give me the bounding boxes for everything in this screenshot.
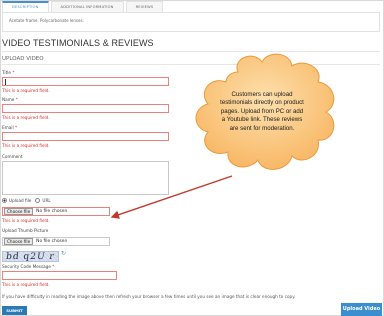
security-label: Security Code Message *: [2, 264, 55, 269]
name-label: Name *: [2, 97, 18, 102]
refresh-icon[interactable]: ↻: [61, 251, 67, 257]
title-error: This is a required field.: [2, 88, 50, 93]
tab-content-text: Acetate frame. Polycarbonate lenses.: [9, 18, 84, 23]
tab-description[interactable]: DESCRIPTION: [2, 1, 49, 12]
no-file-text: No file chosen: [36, 209, 68, 214]
file-error: This is a required field.: [2, 218, 50, 223]
title-input[interactable]: [2, 77, 169, 86]
text-caret: [5, 79, 6, 85]
url-radio[interactable]: [35, 198, 41, 203]
comment-textarea[interactable]: [2, 161, 169, 195]
video-file-input[interactable]: Choose file No file chosen: [2, 207, 110, 216]
name-error: This is a required field.: [2, 115, 50, 120]
captcha-note: If you have difficulty in reading the im…: [2, 294, 296, 299]
captcha-image: bd q2U r: [2, 251, 59, 262]
tab-additional-information[interactable]: ADDITIONAL INFORMATION: [50, 1, 124, 12]
no-thumb-text: No file chosen: [36, 239, 68, 244]
title-label: Title *: [2, 70, 15, 75]
upload-source-options: Upload file URL: [2, 198, 51, 203]
captcha-text: bd q2U r: [5, 252, 56, 262]
email-label: Email *: [2, 125, 18, 130]
section-title: VIDEO TESTIMONIALS & REVIEWS: [2, 38, 154, 48]
product-tabs: DESCRIPTION ADDITIONAL INFORMATION REVIE…: [2, 1, 165, 12]
url-label: URL: [42, 198, 51, 203]
divider: [2, 51, 380, 52]
choose-thumb-button[interactable]: Choose file: [4, 238, 34, 245]
section-subtitle: UPLOAD VIDEO: [2, 56, 44, 62]
tab-panel: Acetate frame. Polycarbonate lenses.: [2, 12, 380, 32]
callout-line: Customers can upload: [231, 91, 293, 98]
thumb-label: Upload Thumb Picture: [2, 228, 49, 233]
email-input[interactable]: [2, 132, 169, 141]
security-code-input[interactable]: [2, 271, 117, 280]
divider: [2, 64, 380, 65]
upload-file-radio[interactable]: [2, 198, 7, 203]
email-error: This is a required field.: [2, 143, 50, 148]
security-error: This is a required field.: [2, 282, 50, 287]
callout-line: a Youtube link. These reviews: [221, 116, 303, 124]
name-input[interactable]: [2, 104, 169, 113]
callout-line: testimonials directly on product: [220, 99, 304, 107]
upload-video-button[interactable]: Upload Video: [341, 303, 382, 316]
upload-file-label: Upload file: [9, 198, 32, 203]
callout-text: Customers can upload testimonials direct…: [212, 91, 312, 133]
tab-reviews[interactable]: REVIEWS: [125, 1, 164, 12]
thumb-file-input[interactable]: Choose file No file chosen: [2, 237, 110, 246]
comment-label: Comment: [2, 154, 23, 159]
callout-line: pages. Upload from PC or add: [220, 107, 304, 115]
submit-button[interactable]: SUBMIT: [2, 306, 27, 315]
callout-line: are sent for moderation.: [229, 124, 295, 132]
choose-file-button[interactable]: Choose file: [4, 208, 34, 215]
